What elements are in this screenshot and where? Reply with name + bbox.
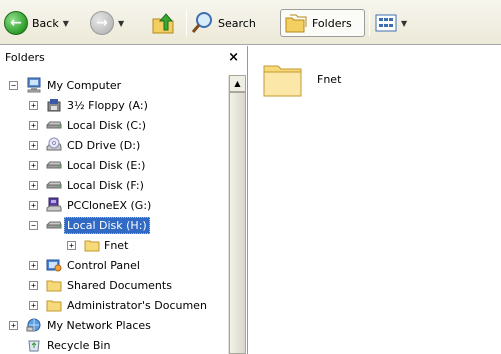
- pcclone-drive-icon: [46, 197, 62, 213]
- tree-item-my-computer[interactable]: − My Computer: [0, 75, 228, 95]
- views-icon: [375, 14, 397, 32]
- back-dropdown-icon[interactable]: ▼: [63, 19, 69, 28]
- scroll-up-icon[interactable]: ▲: [229, 75, 246, 92]
- search-icon: [191, 12, 212, 33]
- toolbar-separator: [186, 10, 187, 36]
- tree-item-control-panel[interactable]: + Control Panel: [0, 255, 228, 275]
- tree-item-label: PCCloneEX (G:): [67, 198, 152, 212]
- search-label: Search: [218, 16, 256, 30]
- folder-contents: Fnet: [249, 46, 501, 354]
- content-item-fnet[interactable]: [261, 56, 305, 103]
- up-folder-icon: [152, 13, 174, 34]
- folder-tree: − My Computer + 3½ Floppy (A:) + Local D…: [0, 75, 228, 354]
- folders-label: Folders: [312, 16, 352, 30]
- tree-item-label: 3½ Floppy (A:): [67, 98, 148, 112]
- vertical-scrollbar[interactable]: ▲: [228, 75, 246, 354]
- recycle-bin-icon: [26, 337, 42, 353]
- close-icon[interactable]: ×: [228, 51, 239, 64]
- folder-icon: [84, 237, 100, 253]
- tree-item-label: CD Drive (D:): [67, 138, 141, 152]
- tree-item-label: Local Disk (F:): [67, 178, 144, 192]
- up-folder-button[interactable]: [150, 9, 182, 37]
- tree-item-shared-documents[interactable]: + Shared Documents: [0, 275, 228, 295]
- tree-item-label: Fnet: [104, 238, 129, 252]
- views-button[interactable]: ▼: [375, 9, 417, 37]
- tree-item-administrators-documents[interactable]: + Administrator's Documen: [0, 295, 228, 315]
- hard-disk-icon: [46, 117, 62, 133]
- expand-icon[interactable]: +: [29, 120, 38, 130]
- folders-pane-title: Folders: [5, 50, 45, 64]
- tree-item-label: Local Disk (E:): [67, 158, 146, 172]
- content-item-label[interactable]: Fnet: [317, 73, 341, 86]
- expand-icon[interactable]: +: [29, 100, 38, 110]
- expand-icon[interactable]: +: [29, 160, 38, 170]
- toolbar-separator: [369, 10, 370, 36]
- tree-item-label: Shared Documents: [67, 278, 172, 292]
- floppy-icon: [46, 97, 62, 113]
- folders-pane-header: Folders ×: [0, 46, 247, 68]
- folders-button[interactable]: Folders: [280, 9, 365, 37]
- folder-icon: [263, 65, 302, 97]
- views-dropdown-icon[interactable]: ▼: [401, 19, 407, 28]
- tree-item-label: Control Panel: [67, 258, 140, 272]
- network-places-icon: [26, 317, 42, 333]
- tree-item-local-disk-c[interactable]: + Local Disk (C:): [0, 115, 228, 135]
- collapse-icon[interactable]: −: [9, 80, 18, 90]
- folder-icon: [46, 297, 62, 313]
- tree-item-fnet[interactable]: + Fnet: [0, 235, 228, 255]
- hard-disk-icon: [46, 217, 62, 233]
- forward-arrow-icon: →: [90, 11, 114, 35]
- hard-disk-icon: [46, 157, 62, 173]
- tree-item-recycle-bin[interactable]: Recycle Bin: [0, 335, 228, 354]
- tree-item-cd-drive-d[interactable]: + CD Drive (D:): [0, 135, 228, 155]
- tree-item-local-disk-f[interactable]: + Local Disk (F:): [0, 175, 228, 195]
- tree-item-label-selected: Local Disk (H:): [64, 216, 150, 234]
- tree-item-floppy[interactable]: + 3½ Floppy (A:): [0, 95, 228, 115]
- back-label: Back: [32, 16, 59, 30]
- folders-icon: [285, 14, 307, 33]
- hard-disk-icon: [46, 177, 62, 193]
- tree-item-label: My Computer: [47, 78, 122, 92]
- expand-icon[interactable]: +: [9, 320, 18, 330]
- tree-item-my-network-places[interactable]: + My Network Places: [0, 315, 228, 335]
- tree-item-label: Administrator's Documen: [67, 298, 207, 312]
- folder-icon: [46, 277, 62, 293]
- scrollbar-thumb[interactable]: [229, 92, 246, 354]
- expand-icon[interactable]: +: [67, 240, 76, 250]
- expand-icon[interactable]: +: [29, 280, 38, 290]
- search-button[interactable]: Search: [190, 9, 276, 37]
- tree-item-label: Local Disk (C:): [67, 118, 147, 132]
- tree-item-pccloneex-g[interactable]: + PCCloneEX (G:): [0, 195, 228, 215]
- forward-button[interactable]: → ▼: [90, 9, 140, 37]
- toolbar: ← Back ▼ → ▼ Search Folders ▼: [0, 0, 501, 45]
- expand-icon[interactable]: +: [29, 200, 38, 210]
- expand-icon[interactable]: +: [29, 300, 38, 310]
- control-panel-icon: [46, 257, 62, 273]
- tree-item-local-disk-h[interactable]: − Local Disk (H:): [0, 215, 228, 235]
- expand-icon[interactable]: +: [29, 180, 38, 190]
- expand-icon[interactable]: +: [29, 260, 38, 270]
- forward-dropdown-icon[interactable]: ▼: [118, 19, 124, 28]
- folders-pane: Folders × − My Computer + 3½ Floppy (A:)…: [0, 46, 248, 354]
- computer-icon: [26, 77, 42, 93]
- tree-item-local-disk-e[interactable]: + Local Disk (E:): [0, 155, 228, 175]
- back-arrow-icon: ←: [4, 11, 28, 35]
- tree-item-label: My Network Places: [47, 318, 151, 332]
- tree-item-label: Recycle Bin: [47, 338, 111, 352]
- collapse-icon[interactable]: −: [29, 220, 38, 230]
- expand-icon[interactable]: +: [29, 140, 38, 150]
- cd-drive-icon: [46, 137, 62, 153]
- back-button[interactable]: ← Back ▼: [4, 9, 84, 37]
